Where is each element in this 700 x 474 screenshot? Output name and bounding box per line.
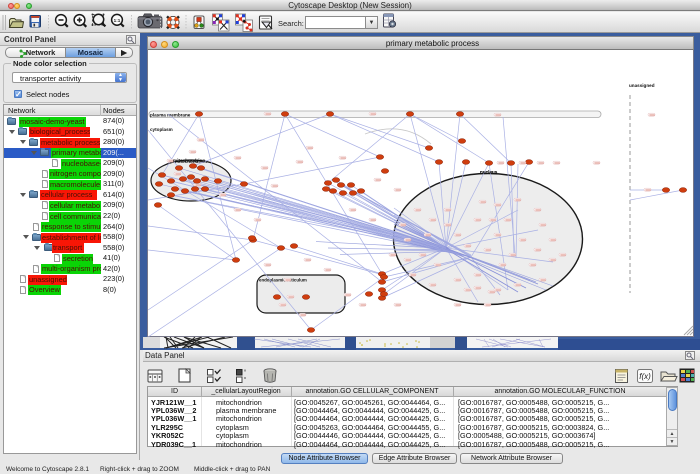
svg-text:unassigned: unassigned <box>629 83 655 88</box>
svg-text:1:1: 1:1 <box>114 18 121 23</box>
svg-text:nucleus: nucleus <box>480 170 498 175</box>
svg-text:cytoplasm: cytoplasm <box>150 127 173 132</box>
svg-text:endoplasmic reticulum: endoplasmic reticulum <box>259 278 307 283</box>
svg-text:mitochondrion: mitochondrion <box>173 158 205 163</box>
svg-text:plasma membrane: plasma membrane <box>150 113 191 118</box>
svg-text:f(x): f(x) <box>639 372 651 381</box>
